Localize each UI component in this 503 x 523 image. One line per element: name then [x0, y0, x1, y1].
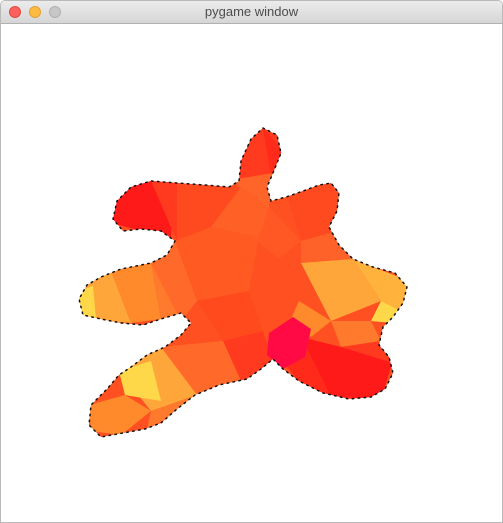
triangulated-blob [78, 127, 408, 438]
window-title: pygame window [204, 4, 299, 19]
blob-fill [79, 128, 407, 437]
app-window: pygame window [0, 0, 503, 523]
title-bar[interactable]: pygame window [1, 1, 502, 24]
pygame-canvas[interactable] [1, 24, 502, 522]
